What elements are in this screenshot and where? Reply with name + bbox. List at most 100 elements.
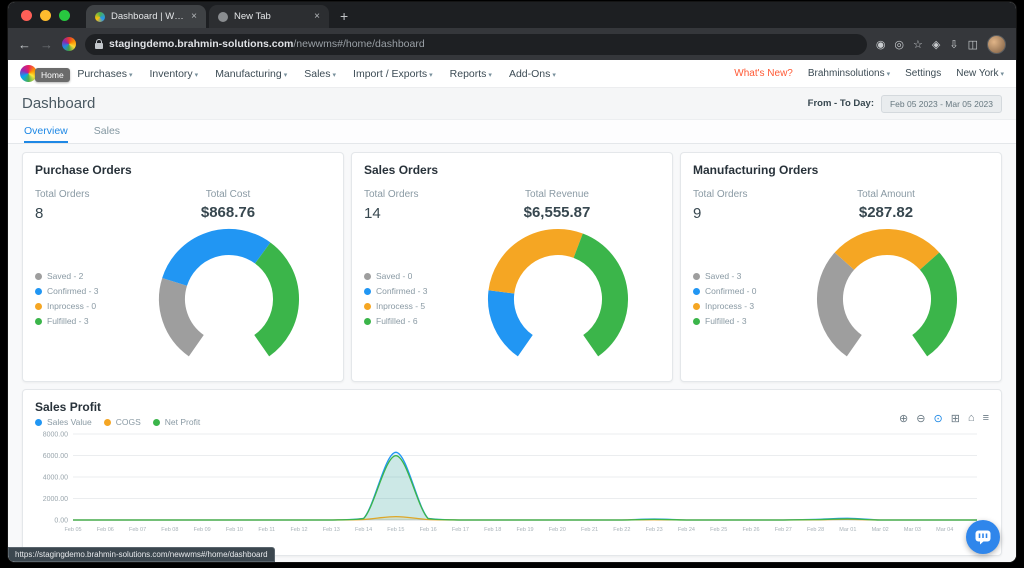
legend-label: Net Profit bbox=[164, 417, 201, 427]
sales-profit-card: Sales Profit Sales Value COGS Net Profit ⊕… bbox=[22, 389, 1002, 556]
legend-label: Fulfilled - 3 bbox=[47, 316, 89, 326]
chevron-down-icon: ▾ bbox=[128, 71, 133, 79]
reset-home-icon[interactable]: ⌂ bbox=[968, 412, 975, 425]
tab-title: Dashboard | WMS bbox=[111, 11, 186, 22]
bookmark-star-icon[interactable]: ☆ bbox=[913, 38, 923, 51]
browser-extension-icons: ◉ ◎ ☆ ◈ ⇩ ◫ bbox=[876, 38, 978, 51]
forward-icon[interactable]: → bbox=[40, 37, 53, 52]
nav-menu-label: Add-Ons bbox=[508, 67, 551, 80]
tab-favicon bbox=[95, 11, 105, 22]
browser-tab-newtab[interactable]: New Tab × bbox=[209, 5, 329, 28]
legend-dot bbox=[103, 418, 111, 426]
nav-menu-label: Reports bbox=[449, 67, 487, 80]
svg-text:Feb 24: Feb 24 bbox=[678, 527, 695, 533]
chevron-down-icon: ▾ bbox=[194, 71, 199, 79]
address-bar[interactable]: stagingdemo.brahmin-solutions.com/newwms… bbox=[85, 33, 867, 55]
zoom-out-icon[interactable]: ⊖ bbox=[916, 412, 925, 425]
whats-new-link[interactable]: What's New? bbox=[734, 68, 793, 79]
zoom-select-icon[interactable]: ⊙ bbox=[933, 412, 942, 425]
extension-badge-icon[interactable]: ◉ bbox=[876, 38, 886, 51]
svg-text:Feb 28: Feb 28 bbox=[807, 527, 824, 533]
downloads-icon[interactable]: ⇩ bbox=[949, 38, 958, 51]
status-legend: Saved - 0 Confirmed - 3 Inprocess - 5 Fulfi… bbox=[364, 271, 428, 331]
svg-text:8000.00: 8000.00 bbox=[43, 432, 68, 439]
zoom-in-icon[interactable]: ⊕ bbox=[899, 412, 908, 425]
metric-label: Total Revenue bbox=[525, 189, 589, 200]
nav-menu-sales[interactable]: Sales ▾ bbox=[304, 68, 336, 80]
svg-text:Feb 19: Feb 19 bbox=[516, 527, 533, 533]
nav-menu-import-exports[interactable]: Import / Exports ▾ bbox=[353, 68, 433, 80]
tab-close-icon[interactable]: × bbox=[314, 11, 320, 22]
date-range-input[interactable]: Feb 05 2023 - Mar 05 2023 bbox=[880, 94, 1002, 113]
chevron-down-icon: ▾ bbox=[283, 71, 288, 79]
nav-menu-inventory[interactable]: Inventory ▾ bbox=[149, 68, 198, 80]
summary-card: Purchase Orders Total Orders 8 Total Cos… bbox=[22, 152, 344, 382]
metric-value: $6,555.87 bbox=[523, 204, 591, 221]
extensions-puzzle-icon[interactable]: ◈ bbox=[932, 38, 940, 51]
metric-block: Total Revenue $6,555.87 bbox=[492, 189, 622, 221]
menu-icon[interactable]: ≡ bbox=[983, 412, 989, 425]
nav-menu-manufacturing[interactable]: Manufacturing ▾ bbox=[215, 68, 287, 80]
legend-label: Fulfilled - 3 bbox=[705, 316, 747, 326]
svg-text:Feb 22: Feb 22 bbox=[613, 527, 630, 533]
svg-text:2000.00: 2000.00 bbox=[43, 496, 68, 503]
sales-profit-chart: 0.00 2000.00 4000.00 6000.00 8000.00 Feb 05 Fe… bbox=[43, 432, 986, 534]
tab-sales[interactable]: Sales bbox=[94, 125, 120, 143]
svg-text:Feb 16: Feb 16 bbox=[420, 527, 437, 533]
tab-close-icon[interactable]: × bbox=[191, 11, 197, 22]
nav-menu-label: Purchases bbox=[77, 67, 127, 80]
lock-icon bbox=[95, 38, 103, 49]
chevron-down-icon: ▾ bbox=[886, 71, 891, 78]
svg-text:Feb 06: Feb 06 bbox=[97, 527, 114, 533]
metric-block: Total Amount $287.82 bbox=[821, 189, 951, 221]
location-menu[interactable]: New York ▾ bbox=[956, 68, 1004, 79]
nav-menu-label: Sales bbox=[304, 67, 331, 80]
svg-text:Feb 12: Feb 12 bbox=[290, 527, 307, 533]
svg-text:Feb 13: Feb 13 bbox=[323, 527, 340, 533]
chat-button[interactable] bbox=[966, 520, 1000, 554]
metric-label: Total Orders bbox=[35, 189, 90, 200]
metric-label: Total Orders bbox=[364, 189, 419, 200]
browser-tab-dashboard[interactable]: Dashboard | WMS × bbox=[86, 5, 206, 28]
back-icon[interactable]: ← bbox=[18, 37, 31, 52]
status-legend: Saved - 2 Confirmed - 3 Inprocess - 0 Fulfi… bbox=[35, 271, 99, 331]
tab-favicon bbox=[218, 11, 228, 22]
date-range-label: From - To Day: bbox=[807, 98, 874, 109]
tab-overview[interactable]: Overview bbox=[24, 125, 68, 143]
nav-menu-purchases[interactable]: Purchases ▾ bbox=[77, 68, 132, 80]
nav-menu-reports[interactable]: Reports ▾ bbox=[450, 68, 492, 80]
close-window-button[interactable] bbox=[21, 10, 32, 21]
account-label: Brahminsolutions bbox=[807, 68, 885, 79]
screen: { "browser": { "traffic_lights": ["#ff5f… bbox=[0, 0, 1024, 568]
svg-text:Feb 23: Feb 23 bbox=[646, 527, 663, 533]
zoom-window-button[interactable] bbox=[59, 10, 70, 21]
profile-avatar[interactable] bbox=[987, 34, 1006, 54]
minimize-window-button[interactable] bbox=[40, 10, 51, 21]
legend-item: Saved - 0 bbox=[364, 271, 428, 281]
split-view-icon[interactable]: ◫ bbox=[968, 38, 978, 51]
status-bar: https://stagingdemo.brahmin-solutions.co… bbox=[8, 547, 275, 562]
legend-item: Fulfilled - 3 bbox=[35, 316, 99, 326]
nav-menu-add-ons[interactable]: Add-Ons ▾ bbox=[509, 68, 556, 80]
svg-text:Mar 03: Mar 03 bbox=[904, 527, 921, 533]
chat-bubble-icon bbox=[975, 530, 991, 544]
chevron-down-icon: ▾ bbox=[332, 71, 337, 79]
new-tab-button[interactable]: + bbox=[340, 8, 348, 24]
metric-value: 9 bbox=[693, 205, 702, 222]
account-menu[interactable]: Brahminsolutions ▾ bbox=[808, 68, 890, 79]
browser-toolbar: ← → stagingdemo.brahmin-solutions.com/ne… bbox=[8, 28, 1016, 60]
page-header: Dashboard From - To Day: Feb 05 2023 - M… bbox=[8, 88, 1016, 120]
legend-label: Saved - 3 bbox=[705, 271, 742, 281]
legend-label: Saved - 0 bbox=[376, 271, 413, 281]
card-title: Manufacturing Orders bbox=[693, 163, 819, 177]
reload-icon[interactable] bbox=[62, 37, 76, 51]
legend-dot bbox=[693, 272, 700, 280]
legend-label: Sales Value bbox=[47, 417, 92, 427]
page-title: Dashboard bbox=[22, 95, 96, 112]
legend-label: Confirmed - 3 bbox=[376, 286, 428, 296]
password-manager-icon[interactable]: ◎ bbox=[894, 38, 904, 51]
pan-icon[interactable]: ⊞ bbox=[951, 412, 960, 425]
home-tooltip: Home bbox=[35, 68, 70, 82]
svg-text:Feb 07: Feb 07 bbox=[129, 527, 146, 533]
settings-link[interactable]: Settings bbox=[905, 68, 941, 79]
